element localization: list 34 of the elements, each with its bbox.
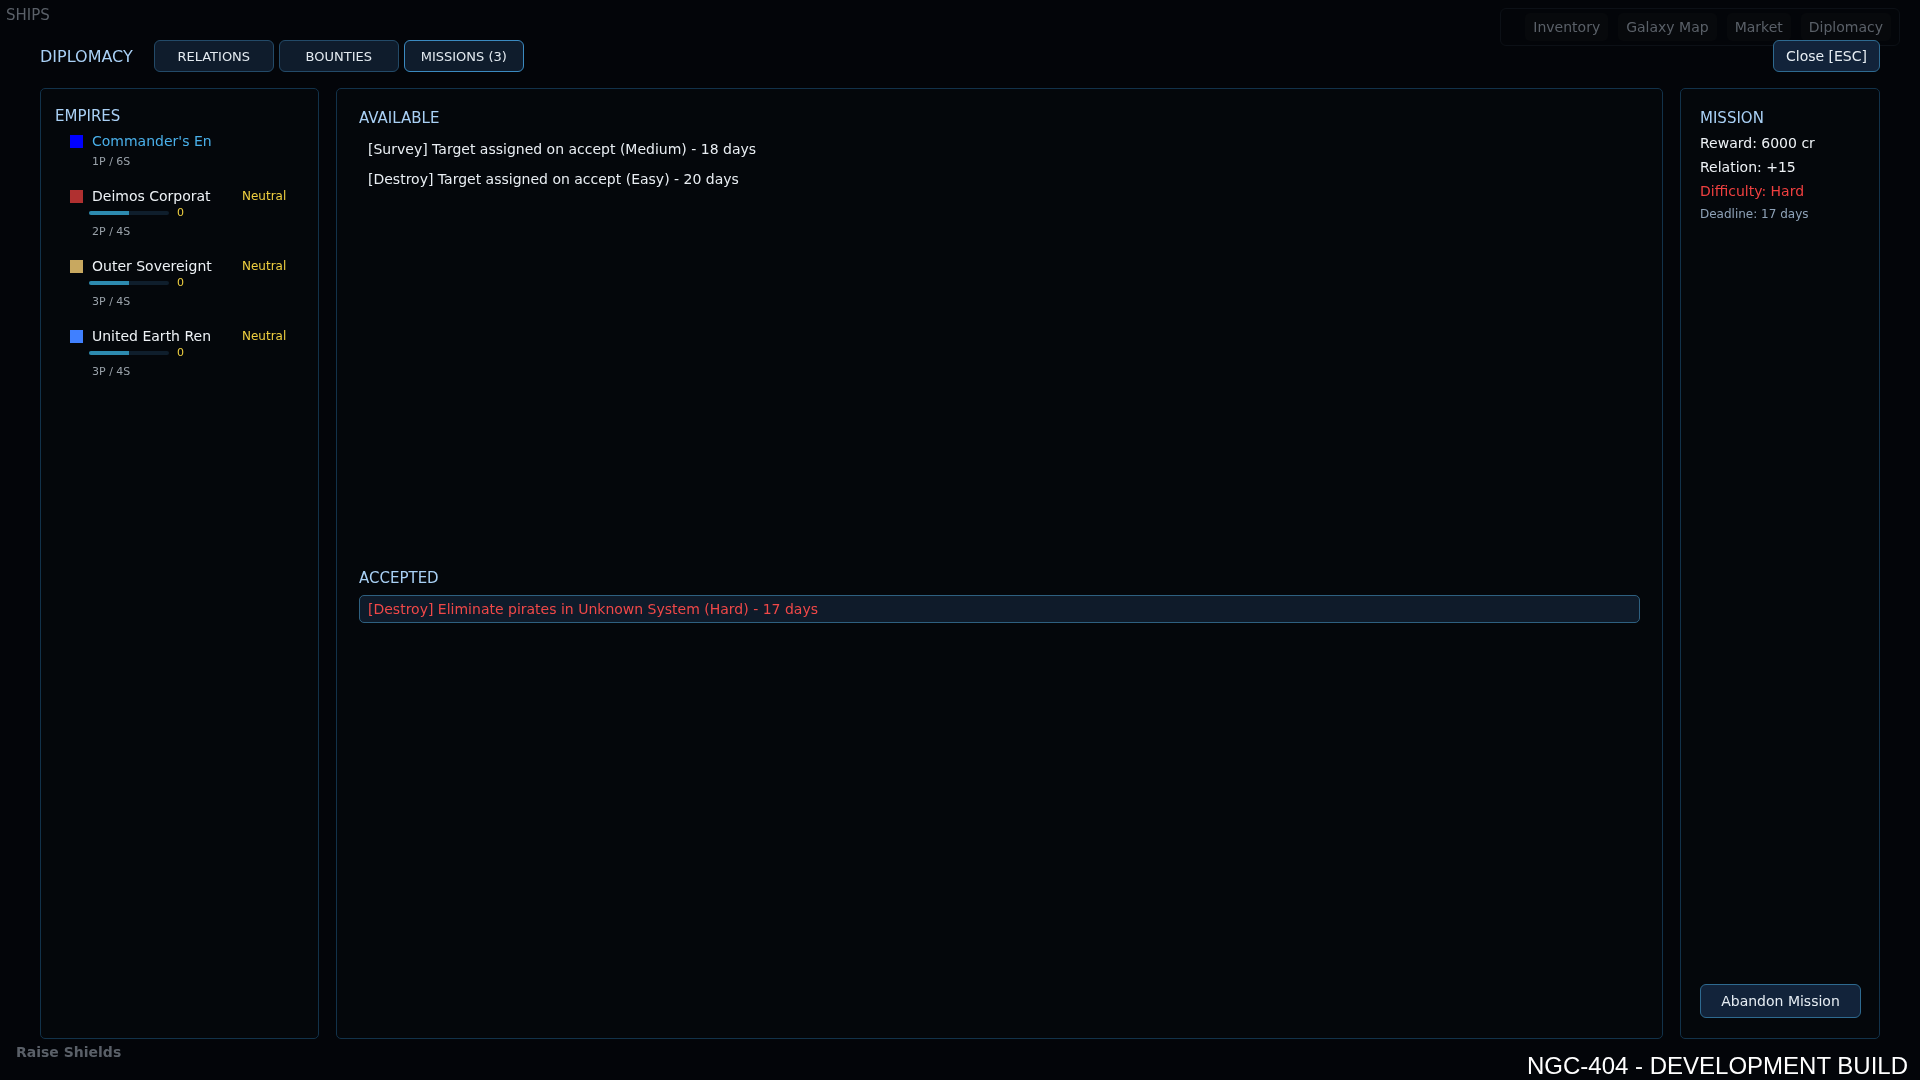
relation-value: 0 [177, 346, 184, 359]
section-heading: AVAILABLE [359, 109, 441, 127]
mission-item[interactable]: [Destroy] Eliminate pirates in Unknown System (Hard) - 17 days [359, 595, 1640, 623]
relation-status: Neutral [242, 329, 287, 343]
relation-value: 0 [177, 276, 184, 289]
relation-value: 0 [177, 206, 184, 219]
detail-line: Difficulty: Hard [1700, 183, 1806, 199]
empire-stats: 2P / 4S [92, 225, 132, 238]
tab[interactable]: BOUNTIES [278, 40, 399, 72]
build-label: NGC-404 - DEVELOPMENT BUILD [1527, 1052, 1908, 1080]
mission-item[interactable]: [Survey] Target assigned on accept (Medium) - 18 days [359, 135, 1640, 163]
tab[interactable]: MISSIONS (3) [403, 40, 524, 72]
empire-name[interactable]: United Earth Ren [92, 328, 242, 344]
empire-stats: 3P / 4S [92, 365, 132, 378]
empire-name[interactable]: Deimos Corporat [92, 188, 242, 204]
panel-title: MISSION [1700, 109, 1765, 127]
empire-stats: 1P / 6S [92, 155, 132, 168]
detail-line: Reward: 6000 cr [1700, 135, 1816, 151]
relation-status: Neutral [242, 259, 287, 273]
empire-stats: 3P / 4S [92, 295, 132, 308]
tab[interactable]: RELATIONS [153, 40, 274, 72]
detail-line: Deadline: 17 days [1700, 207, 1810, 221]
abandon-button[interactable]: Abandon Mission [1700, 984, 1861, 1018]
section-heading: ACCEPTED [359, 569, 440, 587]
empire-name[interactable]: Outer Sovereignt [92, 258, 242, 274]
relation-status: Neutral [242, 189, 287, 203]
mission-item[interactable]: [Destroy] Target assigned on accept (Easy) - 20 days [359, 165, 1640, 193]
close-button[interactable]: Close [ESC] [1772, 40, 1880, 72]
section-title: SHIPS [6, 6, 50, 24]
detail-line: Relation: +15 [1700, 159, 1797, 175]
panel-title: EMPIRES [55, 107, 122, 125]
window-title: DIPLOMACY [40, 46, 133, 66]
action-label: Raise Shields [16, 1044, 122, 1060]
empire-name[interactable]: Commander's En [92, 133, 242, 149]
